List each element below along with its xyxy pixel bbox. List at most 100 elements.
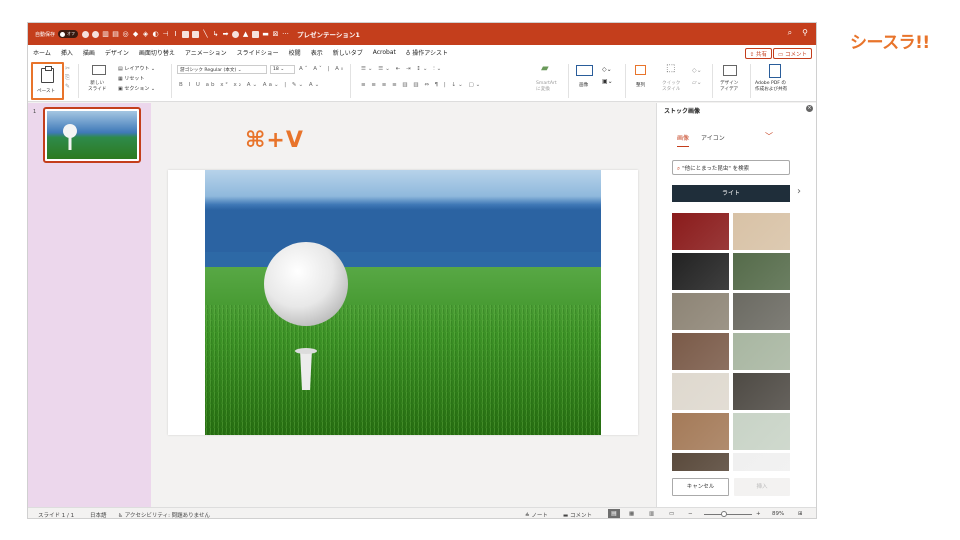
share-button[interactable]: ⇪ 共有: [744, 48, 772, 59]
format-icon[interactable]: ◐: [152, 30, 159, 38]
table-icon[interactable]: ▤: [112, 30, 119, 38]
reading-view-icon[interactable]: ▥: [649, 511, 654, 517]
normal-view-icon[interactable]: ▤: [608, 509, 620, 518]
circle-shape-icon[interactable]: [92, 30, 100, 38]
category-chip-light[interactable]: ライト: [672, 185, 790, 202]
language[interactable]: 日本語: [90, 511, 107, 518]
stock-image-thumbnail[interactable]: [733, 413, 790, 450]
notes-button[interactable]: ≙ ノート: [525, 511, 548, 518]
layout-button[interactable]: ▤ レイアウト ⌄: [118, 64, 155, 74]
cut-icon[interactable]: ✂: [65, 64, 70, 73]
tab-slideshow[interactable]: スライドショー: [237, 48, 279, 57]
copy-icon[interactable]: ⎘: [65, 73, 70, 82]
connector-icon[interactable]: ↳: [212, 30, 219, 38]
effects-icon[interactable]: ◈: [142, 30, 149, 38]
paste-button[interactable]: ペースト: [31, 62, 64, 100]
stock-image-thumbnail[interactable]: [672, 213, 729, 250]
square-shape-icon[interactable]: [182, 30, 190, 38]
tab-draw[interactable]: 描画: [83, 48, 95, 57]
cancel-button[interactable]: キャンセル: [672, 478, 729, 496]
chart-icon[interactable]: ▥: [102, 30, 109, 38]
rect-shape-icon[interactable]: [192, 30, 200, 38]
stock-image-thumbnail[interactable]: [672, 373, 729, 410]
list-icon[interactable]: ▬: [262, 30, 269, 38]
stock-image-thumbnail[interactable]: [733, 213, 790, 250]
more-icon[interactable]: ···: [282, 30, 289, 38]
fill-icon[interactable]: ◆: [132, 30, 139, 38]
reset-button[interactable]: ▦ リセット: [118, 74, 155, 84]
zoom-out-icon[interactable]: −: [688, 511, 693, 517]
shape-fill-outline-icons[interactable]: ◇⌄ ▱⌄: [692, 65, 702, 89]
stock-image-thumbnail[interactable]: [672, 333, 729, 370]
new-slide-button[interactable]: 新しい スライド: [88, 63, 112, 99]
comments-status-button[interactable]: ▬ コメント: [563, 511, 592, 518]
zoom-in-icon[interactable]: +: [756, 511, 761, 517]
zoom-level[interactable]: 89%: [772, 511, 784, 517]
stock-image-thumbnail[interactable]: [672, 253, 729, 290]
shape-icon[interactable]: ◎: [122, 30, 129, 38]
stock-image-thumbnail[interactable]: [672, 453, 729, 471]
font-size-select[interactable]: 18 ⌄: [270, 65, 295, 74]
sorter-view-icon[interactable]: ▦: [629, 511, 634, 517]
chevron-right-icon[interactable]: ›: [797, 186, 801, 197]
stock-image-thumbnail[interactable]: [733, 373, 790, 410]
share-people-icon[interactable]: ⚲: [802, 28, 808, 38]
tab-animations[interactable]: アニメーション: [185, 48, 227, 57]
tell-me-box[interactable]: ♁ 操作アシスト: [406, 48, 448, 57]
arrow-icon[interactable]: ➡: [222, 30, 229, 38]
tab-insert[interactable]: 挿入: [61, 48, 73, 57]
tab-review[interactable]: 校閲: [289, 48, 301, 57]
tab-acrobat[interactable]: Acrobat: [373, 49, 396, 56]
fit-to-window-icon[interactable]: ⊞: [798, 511, 803, 517]
stock-image-thumbnail[interactable]: [733, 453, 790, 471]
font-name-select[interactable]: 游ゴシック Regular (本文) ⌄: [177, 65, 267, 74]
tab-view[interactable]: 表示: [311, 48, 323, 57]
stock-image-thumbnail[interactable]: [672, 293, 729, 330]
font-style-icons[interactable]: B I U ab x² x₂ A⌄ Aa⌄ | ✎⌄ A⌄: [179, 82, 321, 88]
stock-image-thumbnail[interactable]: [672, 413, 729, 450]
comments-button[interactable]: ▭ コメント: [773, 48, 812, 59]
zoom-slider-handle[interactable]: [721, 511, 727, 517]
stock-image-thumbnail[interactable]: [733, 253, 790, 290]
paragraph-align-icons[interactable]: ≡ ≡ ≡ ≡ ▥ ▥ ⇔ ¶ | ↓⌄ ▢⌄: [361, 82, 482, 88]
tab-images[interactable]: 画像: [677, 133, 690, 147]
oval-shape-icon[interactable]: [82, 30, 90, 38]
tab-new-tab[interactable]: 新しいタブ: [333, 48, 363, 57]
stock-image-thumbnail[interactable]: [733, 293, 790, 330]
stock-search-input[interactable]: ⌕ "他にとまった昆虫" を検索: [672, 160, 790, 175]
slide[interactable]: [168, 170, 638, 435]
align-icon[interactable]: ⊣: [162, 30, 169, 38]
text-icon[interactable]: Ⅰ: [172, 30, 179, 38]
adobe-pdf-button[interactable]: Adobe PDF の 作成および共有: [755, 63, 799, 99]
line-icon[interactable]: ╲: [202, 30, 209, 38]
quick-styles-button[interactable]: ⬚ クイック スタイル: [660, 63, 690, 99]
design-ideas-button[interactable]: デザイン アイデア: [718, 63, 746, 99]
triangle-icon[interactable]: ▲: [242, 30, 249, 38]
tab-home[interactable]: ホーム: [33, 48, 51, 57]
font-grow-shrink-icons[interactable]: A˄ A˅ | A₀: [299, 66, 345, 72]
slide-thumbnail[interactable]: [43, 107, 141, 163]
chevron-down-icon[interactable]: ﹀: [765, 131, 773, 142]
stock-image-thumbnail[interactable]: [733, 333, 790, 370]
arrange-button[interactable]: 整列: [632, 63, 656, 99]
search-icon[interactable]: ⌕: [788, 28, 792, 38]
list-indent-icons[interactable]: ☰⌄ ☰⌄ ⇤ ⇥ ↕⌄ ⫶⌄: [361, 66, 443, 73]
autosave-toggle[interactable]: オフ: [58, 30, 79, 38]
tab-design[interactable]: デザイン: [105, 48, 129, 57]
filled-square-icon[interactable]: [252, 30, 260, 38]
picture-button[interactable]: 画像: [574, 63, 598, 99]
close-box-icon[interactable]: ⊠: [272, 30, 279, 38]
filled-circle-icon[interactable]: [232, 30, 240, 38]
section-button[interactable]: ▣ セクション ⌄: [118, 84, 155, 94]
shape-textbox-icons[interactable]: ◇⌄ ▣⌄: [602, 64, 613, 88]
zoom-slider[interactable]: [704, 514, 752, 515]
insert-button[interactable]: 挿入: [734, 478, 790, 496]
smartart-button[interactable]: ▰ SmartArt に変換: [533, 63, 565, 99]
accessibility-status[interactable]: ♿ アクセシビリティ: 問題ありません: [118, 511, 210, 518]
close-icon[interactable]: ×: [806, 105, 813, 112]
tab-transitions[interactable]: 画面切り替え: [139, 48, 175, 57]
format-painter-icon[interactable]: ✎: [65, 82, 70, 91]
golf-ball-photo[interactable]: [205, 170, 601, 435]
tab-icons[interactable]: アイコン: [701, 133, 725, 147]
slideshow-view-icon[interactable]: ▭: [669, 511, 674, 517]
